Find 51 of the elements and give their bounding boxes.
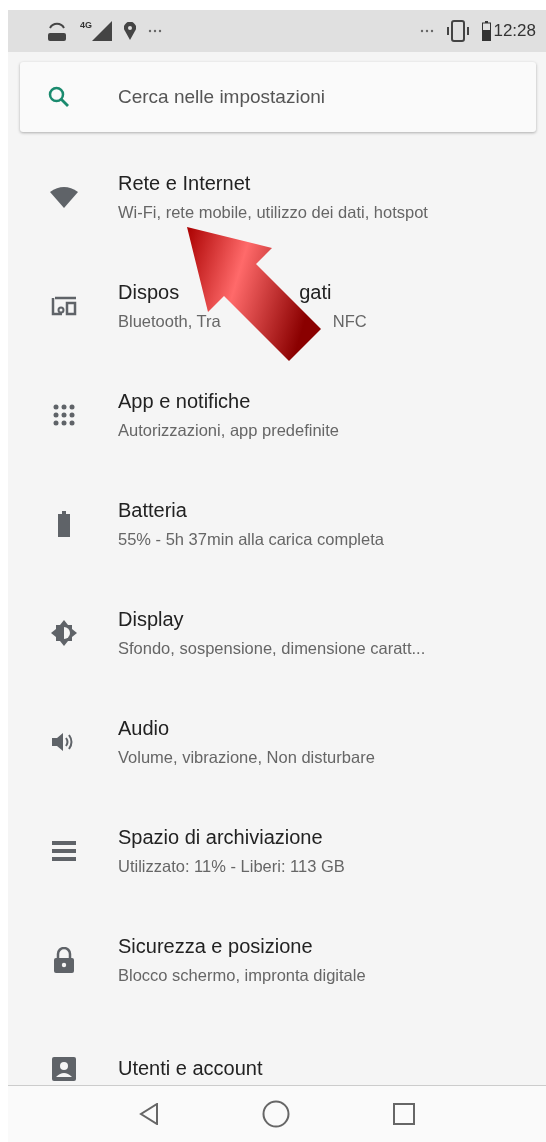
item-title: Rete e Internet (118, 171, 251, 195)
recents-icon[interactable] (392, 1103, 415, 1125)
item-title: Display (118, 607, 184, 631)
search-input[interactable]: Cerca nelle impostazioni (118, 86, 536, 108)
home-icon[interactable] (262, 1100, 290, 1128)
volte-icon (46, 20, 68, 42)
item-title: Batteria (118, 498, 187, 522)
item-title: Spazio di archiviazione (118, 825, 323, 849)
item-subtitle: Volume, vibrazione, Non disturbare (118, 747, 375, 767)
clock-time: 12:28 (493, 21, 536, 41)
settings-item[interactable]: Utenti e account (8, 1014, 546, 1085)
back-icon[interactable] (139, 1103, 160, 1125)
item-subtitle: 55% - 5h 37min alla carica completa (118, 529, 384, 549)
battery-icon (482, 21, 492, 41)
settings-item[interactable]: Audio Volume, vibrazione, Non disturbare (8, 687, 546, 796)
item-subtitle: Utilizzato: 11% - Liberi: 113 GB (118, 856, 345, 876)
settings-item[interactable]: Display Sfondo, sospensione, dimensione caratt... (8, 578, 546, 687)
item-title: Utenti e account (118, 1057, 263, 1080)
item-title: Audio (118, 716, 170, 740)
storage-icon (52, 840, 76, 861)
settings-item[interactable]: Rete e Internet Wi-Fi, rete mobile, utilizzo dei dati, hotspot (8, 142, 546, 251)
lock-icon (54, 946, 74, 973)
item-title: gati (299, 280, 332, 304)
item-subtitle: NFC (332, 311, 367, 331)
wifi-icon (50, 185, 78, 208)
item-subtitle: Blocco schermo, impronta digitale (118, 965, 366, 985)
signal-icon (92, 21, 112, 41)
brightness-icon (51, 619, 77, 646)
settings-item[interactable]: Dispos gati Bluetooth, Tra NFC (8, 251, 546, 360)
settings-item[interactable]: App e notifiche Autorizzazioni, app predefinite (8, 360, 546, 469)
item-subtitle: Autorizzazioni, app predefinite (118, 420, 340, 440)
item-title: App e notifiche (118, 389, 251, 413)
more-icon (420, 29, 435, 33)
item-subtitle: Bluetooth, Tra (118, 311, 221, 331)
item-subtitle: Wi-Fi, rete mobile, utilizzo dei dati, hotspot (118, 202, 428, 222)
settings-item[interactable]: Spazio di archiviazione Utilizzato: 11% - Liberi: 113 GB (8, 796, 546, 905)
grid-icon (53, 403, 75, 426)
item-subtitle: Sfondo, sospensione, dimensione caratt... (118, 638, 426, 658)
network-type: 4G (80, 20, 92, 30)
devices-icon (50, 294, 78, 317)
settings-item[interactable]: Batteria 55% - 5h 37min alla carica completa (8, 469, 546, 578)
search-icon (48, 86, 70, 108)
battery-icon (58, 510, 70, 537)
location-icon (124, 22, 136, 40)
search-field[interactable]: Cerca nelle impostazioni (20, 62, 536, 132)
item-title: Dispos (118, 280, 180, 304)
account-icon (52, 1056, 76, 1081)
item-title: Sicurezza e posizione (118, 934, 313, 958)
more-icon (148, 29, 162, 33)
vibrate-icon (446, 20, 471, 42)
settings-item[interactable]: Sicurezza e posizione Blocco schermo, impronta digitale (8, 905, 546, 1014)
